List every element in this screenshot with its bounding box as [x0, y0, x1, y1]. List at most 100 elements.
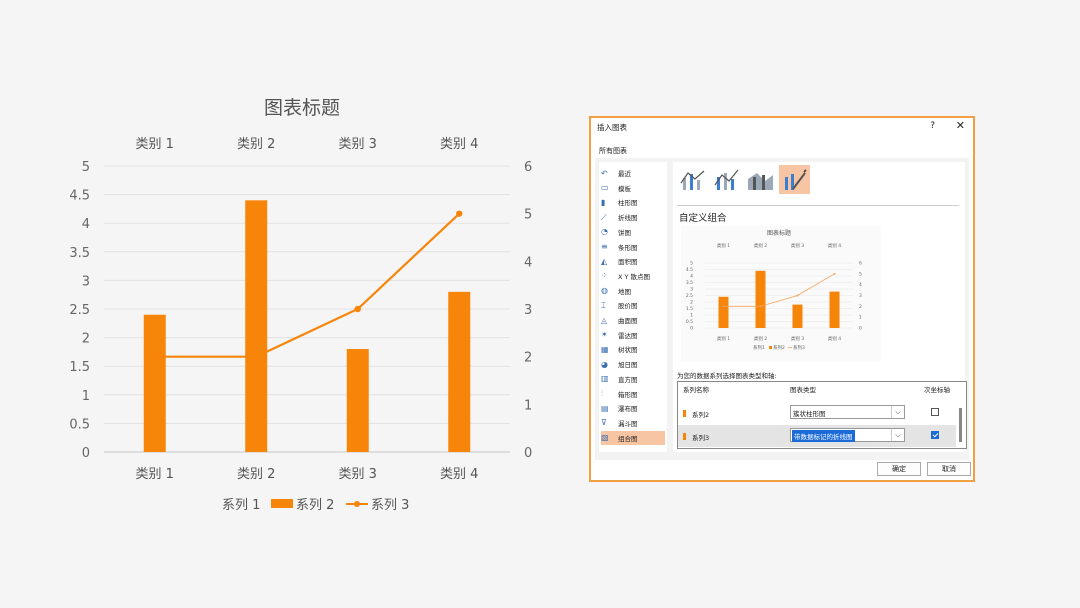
secondary-axis-checkbox[interactable] [931, 431, 939, 439]
x-tick-label-top: 类别 1 [136, 137, 174, 152]
preview-x-label: 类别 4 [828, 335, 841, 342]
combo-secondary-axis-button[interactable] [711, 165, 742, 194]
chart-type-icon: ⫶ [601, 389, 603, 398]
preview-y2-tick: 2 [859, 304, 862, 310]
preview-x-label: 类别 1 [717, 335, 730, 342]
x-tick-label-top: 类别 3 [339, 137, 377, 152]
preview-y2-tick: 3 [859, 293, 862, 299]
chart-type-item[interactable]: ⁘ X Y 散点图 [601, 269, 665, 283]
chevron-down-icon[interactable]: ⌵ [891, 406, 904, 418]
chart-type-label: 折线图 [618, 214, 638, 223]
series-swatch [683, 433, 686, 440]
chart-type-item[interactable]: ⊽ 漏斗图 [601, 416, 665, 430]
preview-bar [792, 304, 803, 328]
chart-type-select[interactable]: 簇状柱形图 ⌵ [790, 405, 905, 419]
chart-type-item[interactable]: ▥ 直方图 [601, 372, 665, 386]
combo-chart-icon [714, 169, 739, 190]
chart-type-item[interactable]: ◬ 曲面图 [601, 313, 665, 327]
scrollbar[interactable] [959, 408, 962, 442]
tab-all-charts[interactable]: 所有图表 [595, 144, 631, 159]
chart-title: 图表标题 [264, 97, 340, 119]
close-icon[interactable]: ✕ [956, 119, 965, 132]
chart-type-item[interactable]: ▤ 瀑布图 [601, 401, 665, 415]
preview-y2-tick: 1 [859, 315, 862, 321]
chart-type-item[interactable]: ▧ 组合图 [601, 430, 665, 445]
preview-legend-label: 系列1 [753, 344, 765, 351]
combo-pane: 自定义组合 图表标题 类别 1 类别 1 类别 2 类别 2 类别 3 类别 3 类别 4 类别… [673, 162, 967, 452]
preview-y-tick: 3.5 [686, 280, 693, 286]
chart-type-icon: ▤ [601, 403, 609, 413]
x-tick-label: 类别 3 [339, 467, 377, 482]
legend-label: 系列 2 [296, 498, 334, 513]
x-tick-label-top: 类别 4 [440, 137, 478, 152]
chart-type-icon: ◭ [601, 256, 608, 266]
section-title: 自定义组合 [679, 213, 727, 224]
chart-type-label: 雷达图 [618, 331, 638, 340]
combo-chart-icon [748, 173, 773, 190]
chart-type-label: 曲面图 [618, 317, 638, 325]
chart-type-icon: ▮ [601, 197, 606, 207]
cancel-button[interactable]: 取消 [927, 462, 971, 476]
chart-type-item[interactable]: ◔ 饼图 [601, 225, 665, 239]
chevron-down-icon[interactable]: ⌵ [891, 429, 904, 441]
preview-y-tick: 1.5 [686, 306, 693, 312]
preview-y-tick: 0 [690, 326, 693, 332]
bar [448, 291, 471, 452]
chart-type-item[interactable]: ⫶ 箱形图 [601, 387, 665, 401]
help-button[interactable]: ? [930, 121, 935, 131]
chart-type-item[interactable]: ▭ 模板 [601, 181, 665, 195]
y-tick-label: 4.5 [69, 189, 90, 204]
series-grid: 系列名称 图表类型 次坐标轴 系列2 簇状柱形图 ⌵ 系列3 带数据标记的折线图… [677, 381, 967, 449]
preview-x-top: 类别 2 [754, 242, 767, 249]
chart-type-label: 面积图 [618, 258, 638, 267]
chart-type-item[interactable]: ◕ 旭日图 [601, 357, 665, 371]
preview-title: 图表标题 [767, 229, 791, 237]
chart-type-item[interactable]: ≡ 条形图 [601, 240, 665, 254]
chart-type-item[interactable]: ◭ 面积图 [601, 254, 665, 268]
preview-chart: 图表标题类别 1类别 1类别 2类别 2类别 3类别 3类别 4类别 400.5… [681, 226, 881, 362]
y2-tick-label: 6 [524, 160, 532, 175]
dialog-title: 插入图表 [597, 123, 627, 132]
chart-type-item[interactable]: ↶ 最近 [601, 166, 665, 180]
series-name: 系列3 [692, 434, 710, 442]
y-tick-label: 1.5 [69, 360, 90, 375]
preview-y-tick: 1 [690, 313, 693, 319]
chart-type-label: 旭日图 [618, 361, 638, 370]
preview-y-tick: 0.5 [686, 319, 693, 325]
y2-tick-label: 0 [524, 446, 532, 461]
chart-type-icon: ⌶ [601, 300, 606, 310]
x-tick-label-top: 类别 2 [237, 137, 275, 152]
preview-x-label: 类别 3 [791, 335, 804, 342]
bar [245, 200, 268, 452]
line-point [151, 353, 158, 360]
legend-label: 系列 1 [222, 498, 260, 513]
preview-bar [718, 296, 729, 328]
chart-type-label: 瀑布图 [618, 405, 638, 414]
y-tick-label: 0.5 [69, 417, 90, 432]
preview-line [723, 273, 835, 307]
preview-y-tick: 4.5 [686, 267, 693, 273]
chart-type-item[interactable]: ✶ 雷达图 [601, 328, 665, 342]
legend-label: 系列 3 [371, 498, 409, 513]
chart-type-item[interactable]: ⟋ 折线图 [601, 210, 665, 224]
header-secondary-axis: 次坐标轴 [924, 386, 950, 394]
chart-type-item[interactable]: ▮ 柱形图 [601, 195, 665, 209]
chart-type-icon: ↶ [601, 168, 608, 178]
chart-type-label: 直方图 [618, 375, 638, 384]
combo-clustered-line-button[interactable] [677, 165, 708, 194]
chart-type-icon: ✶ [601, 330, 608, 340]
chart-type-select[interactable]: 带数据标记的折线图 ⌵ [790, 428, 905, 442]
ok-button[interactable]: 确定 [877, 462, 921, 476]
combo-area-column-button[interactable] [745, 165, 776, 194]
chart-type-item[interactable]: ▦ 树状图 [601, 342, 665, 356]
chart-type-item[interactable]: ◍ 地图 [601, 284, 665, 298]
secondary-axis-checkbox[interactable] [931, 408, 939, 416]
chart-type-item[interactable]: ⌶ 股价图 [601, 298, 665, 312]
preview-y-tick: 2 [690, 300, 693, 306]
chart-type-value: 簇状柱形图 [793, 410, 826, 418]
y-tick-label: 2.5 [69, 303, 90, 318]
custom-combo-button[interactable] [779, 165, 810, 194]
custom-combo-icon [785, 169, 807, 190]
chart-type-icon: ⁘ [601, 271, 608, 281]
series-line [154, 212, 461, 358]
